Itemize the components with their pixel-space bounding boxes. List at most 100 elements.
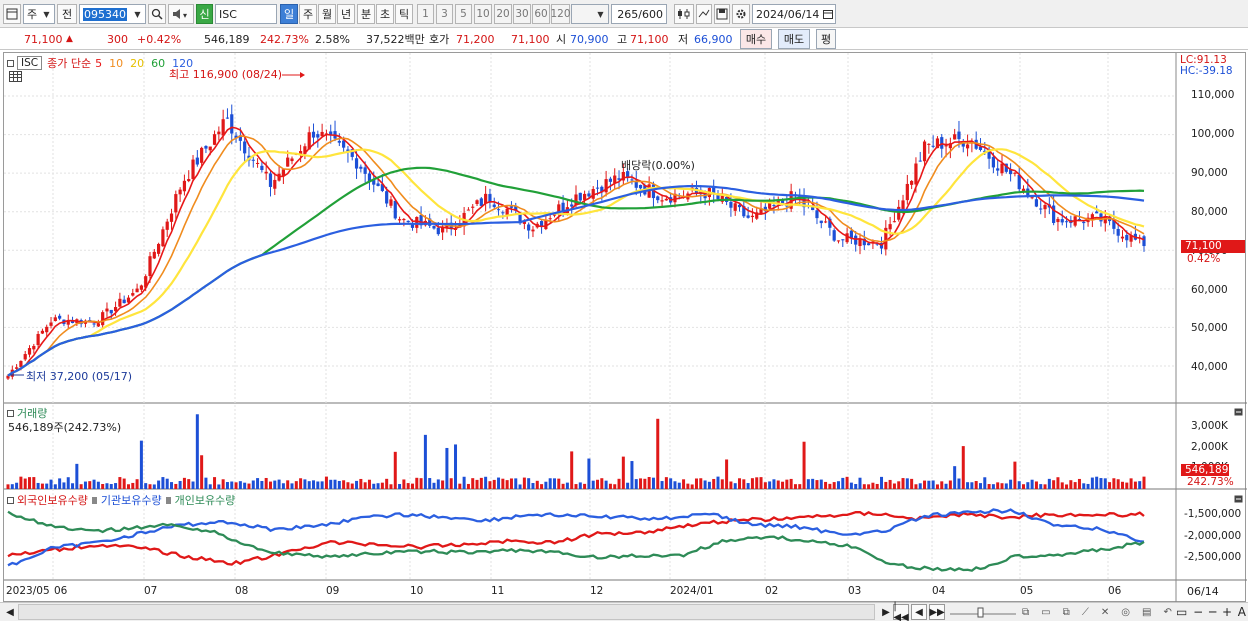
candle-body [49, 322, 53, 326]
stock-chart-canvas[interactable] [4, 53, 1247, 603]
data-count-field[interactable]: 265/600 [611, 4, 667, 24]
candle-body [45, 326, 49, 333]
volume-bar [819, 479, 823, 489]
volume-bar [312, 480, 316, 489]
speaker-icon[interactable]: ▾ [168, 4, 194, 24]
interval-button-20[interactable]: 20 [494, 4, 512, 24]
interval-button-1[interactable]: 1 [417, 4, 434, 24]
volume-bar [849, 482, 853, 489]
zoom-slider[interactable] [948, 604, 1018, 620]
candle-body [660, 200, 664, 202]
new-stock-button[interactable]: 신 [196, 4, 213, 24]
scroll-right-icon[interactable]: ▶ [880, 604, 892, 620]
eval-button[interactable]: 평 [816, 29, 836, 49]
volume-bar [1004, 483, 1008, 489]
interval-button-120[interactable]: 120 [550, 4, 571, 24]
gear-icon[interactable] [732, 4, 750, 24]
play-forward-icon[interactable]: ▶▶ [929, 604, 945, 620]
window-layout-icon[interactable] [3, 4, 21, 24]
interval-label: 10 [476, 8, 490, 20]
period-tab-3[interactable]: 년 [337, 4, 355, 24]
ma20-label: 20 [130, 56, 145, 70]
price-axis-tick: 60,000 [1191, 283, 1228, 296]
scale-line-icon[interactable]: ─ [1209, 605, 1216, 619]
eye-icon[interactable]: ◎ [1121, 607, 1130, 618]
chart-area[interactable]: ISC 종가 단순 5 10 20 60 120 최고 116,900 (08/… [3, 52, 1247, 603]
zoom-in-icon[interactable]: + [1222, 605, 1232, 619]
period-select[interactable]: 주 ▼ [23, 4, 55, 24]
volume-bar [953, 466, 957, 489]
expand-square-icon[interactable] [7, 59, 14, 67]
candle-body [165, 221, 169, 230]
volume-bar [1082, 483, 1086, 489]
search-icon[interactable] [148, 4, 166, 24]
panel-close-icon[interactable] [1234, 493, 1243, 506]
expand-square-icon[interactable] [7, 496, 14, 504]
period-tab-4[interactable]: 분 [357, 4, 375, 24]
trend-icon[interactable]: ⟋ [1082, 607, 1089, 618]
undo-icon[interactable]: ↶ [1164, 607, 1172, 618]
zoom-out-icon[interactable]: − [1193, 605, 1203, 619]
interval-button-10[interactable]: 10 [474, 4, 492, 24]
volume-bar [746, 483, 750, 489]
period-tab-2[interactable]: 월 [318, 4, 336, 24]
date-field[interactable]: 2024/06/14 [752, 4, 836, 24]
auto-scale-icon[interactable]: A [1238, 605, 1246, 619]
skip-start-icon[interactable]: |◀◀ [893, 601, 909, 621]
volume-bar [660, 481, 664, 489]
interval-button-30[interactable]: 30 [513, 4, 531, 24]
volume-bar [385, 478, 389, 489]
volume-bar [587, 458, 591, 489]
calendar-icon[interactable] [821, 6, 834, 22]
period-tab-1[interactable]: 주 [299, 4, 317, 24]
interval-button-60[interactable]: 60 [532, 4, 550, 24]
candle-type-icon[interactable] [674, 4, 694, 24]
interval-button-5[interactable]: 5 [455, 4, 472, 24]
zoom-reset-icon[interactable]: ▭ [1176, 605, 1187, 619]
volume-bar [505, 480, 509, 489]
volume-bar [492, 479, 496, 489]
candle-body [841, 239, 845, 241]
candle-body [337, 140, 341, 143]
stock-code-input[interactable]: 095340 ▼ [79, 4, 146, 24]
candle-body [273, 179, 277, 189]
date-axis-tick: 04 [932, 585, 946, 597]
candle-body [1013, 172, 1017, 174]
sell-button[interactable]: 매도 [778, 29, 810, 49]
scroll-left-icon[interactable]: ◀ [4, 604, 16, 620]
save-icon[interactable] [714, 4, 730, 24]
volume-bar [428, 478, 432, 489]
expand-square-icon[interactable] [7, 409, 14, 417]
interval-button-3[interactable]: 3 [436, 4, 453, 24]
candle-body [570, 204, 574, 207]
buy-button[interactable]: 매수 [740, 29, 772, 49]
candle-body [432, 225, 436, 229]
play-back-icon[interactable]: ◀ [911, 604, 927, 620]
period-tab-0[interactable]: 일 [280, 4, 298, 24]
volume-bar [509, 478, 513, 489]
drawing-tools-strip[interactable]: ⧉ ▭ ⧉ ⟋ ✕ ◎ ▤ ↶ [1022, 604, 1172, 620]
date-axis-tick: 02 [765, 585, 779, 597]
high-price: 71,100 [630, 32, 669, 46]
volume-bar [415, 477, 419, 489]
last-price-tag: 71,100 [1181, 240, 1245, 253]
volume-bar [445, 447, 449, 489]
crosshair-icon[interactable] [696, 4, 712, 24]
period-tab-6[interactable]: 틱 [395, 4, 413, 24]
stock-tag[interactable]: ISC [17, 56, 43, 70]
cross-icon[interactable]: ✕ [1101, 607, 1109, 618]
table-view-icon[interactable] [9, 71, 22, 85]
compare-icon[interactable]: ⧉ [1063, 607, 1070, 618]
prev-button[interactable]: 전 [57, 4, 77, 24]
copy-icon[interactable]: ⧉ [1022, 607, 1029, 618]
stock-name-field[interactable]: ISC [215, 4, 277, 24]
panel-close-icon[interactable] [1234, 406, 1243, 419]
chart-icon[interactable]: ▭ [1041, 607, 1050, 618]
print-icon[interactable]: ▤ [1142, 607, 1151, 618]
candle-body [901, 200, 905, 210]
interval-custom-select[interactable]: ▼ [571, 4, 609, 24]
volume-bar [32, 477, 36, 489]
period-tab-5[interactable]: 초 [376, 4, 394, 24]
chart-scrollbar[interactable]: ◀ ▶ |◀◀ ◀ ▶▶ ⧉ ▭ ⧉ ⟋ ✕ ◎ ▤ ↶ ▭ − ─ + A [0, 601, 1248, 621]
scroll-track[interactable] [18, 604, 875, 620]
